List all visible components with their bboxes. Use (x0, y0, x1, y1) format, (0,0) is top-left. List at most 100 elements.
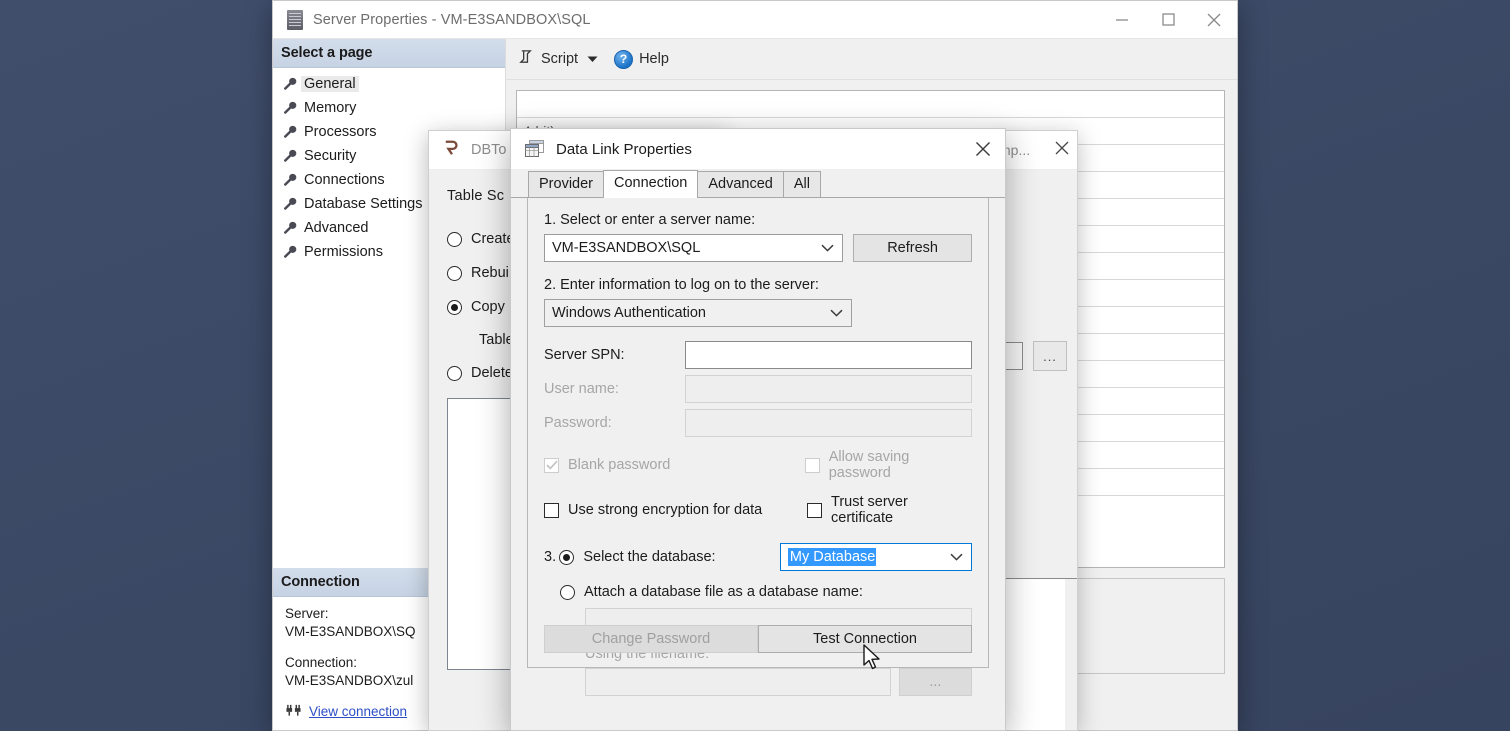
maximize-button[interactable] (1145, 1, 1191, 38)
help-button[interactable]: ? Help (614, 50, 669, 69)
database-combobox[interactable]: My Database (780, 543, 972, 571)
sidebar-item-general[interactable]: General (273, 72, 505, 96)
tab-advanced[interactable]: Advanced (697, 171, 784, 197)
close-button[interactable] (1191, 1, 1237, 38)
chevron-down-icon[interactable] (584, 56, 600, 63)
wrench-icon (283, 221, 301, 235)
change-password-button: Change Password (544, 625, 758, 653)
sidebar-item-label: Security (301, 148, 359, 164)
blank-password-label: Blank password (568, 457, 670, 473)
radio-icon (447, 366, 462, 381)
strong-encryption-checkbox[interactable]: Use strong encryption for data (544, 502, 807, 518)
dbtools-option-label: Copy (471, 299, 505, 315)
data-link-tabstrip: Provider Connection Advanced All (511, 170, 1005, 198)
script-toolbar: Script ? Help (506, 39, 1237, 80)
server-spn-label: Server SPN: (544, 347, 685, 363)
user-name-label: User name: (544, 381, 685, 397)
allow-saving-password-label: Allow saving password (829, 449, 972, 481)
user-name-input (685, 375, 972, 403)
connection-properties-icon (285, 702, 302, 720)
database-value: My Database (788, 548, 876, 566)
dbtools-option-label: Delete (471, 365, 513, 381)
filename-browse-button: ... (899, 668, 972, 696)
secondary-dialog-titlebar: mp... (997, 131, 1077, 170)
radio-icon-selected[interactable] (559, 550, 574, 565)
desktop-background: Server Properties - VM-E3SANDBOX\SQL Sel… (0, 0, 1510, 731)
tab-all[interactable]: All (783, 171, 821, 197)
trust-server-certificate-label: Trust server certificate (831, 494, 972, 526)
sidebar-item-memory[interactable]: Memory (273, 96, 505, 120)
data-link-icon (525, 140, 545, 158)
test-connection-button[interactable]: Test Connection (758, 625, 972, 653)
wrench-icon (283, 197, 301, 211)
server-name-row: VM-E3SANDBOX\SQL Refresh (544, 234, 972, 262)
wrench-icon (283, 149, 301, 163)
step2-label: 2. Enter information to log on to the se… (544, 277, 972, 293)
checkbox-icon-checked (544, 458, 559, 473)
script-button[interactable]: Script (518, 49, 578, 70)
window-controls (1099, 1, 1237, 38)
sidebar-item-label: Processors (301, 124, 380, 140)
checkbox-row-2: Use strong encryption for data Trust ser… (544, 494, 972, 526)
chevron-down-icon (950, 549, 963, 565)
close-button[interactable] (961, 129, 1005, 169)
help-label: Help (639, 51, 669, 67)
sidebar-item-label: Memory (301, 100, 359, 116)
refresh-button[interactable]: Refresh (853, 234, 972, 262)
server-properties-title: Server Properties - VM-E3SANDBOX\SQL (313, 12, 1099, 28)
secondary-white-panel (999, 579, 1065, 731)
step3-number: 3. (544, 549, 559, 565)
step1-label: 1. Select or enter a server name: (544, 212, 972, 228)
authentication-combobox[interactable]: Windows Authentication (544, 299, 852, 327)
data-link-title: Data Link Properties (556, 141, 961, 158)
wrench-icon (283, 77, 301, 91)
user-name-row: User name: (544, 375, 972, 403)
sidebar-item-label: Permissions (301, 244, 386, 260)
close-icon[interactable] (1055, 141, 1069, 160)
data-link-footer: Change Password Test Connection (544, 625, 972, 653)
password-label: Password: (544, 415, 685, 431)
connection-tab-panel: 1. Select or enter a server name: VM-E3S… (527, 198, 989, 668)
data-link-titlebar: Data Link Properties (511, 129, 1005, 170)
password-input (685, 409, 972, 437)
data-link-properties-dialog: Data Link Properties Provider Connection… (510, 128, 1006, 731)
password-row: Password: (544, 409, 972, 437)
sidebar-item-label: General (301, 76, 359, 92)
checkbox-icon[interactable] (544, 503, 559, 518)
tab-provider[interactable]: Provider (528, 171, 604, 197)
tab-connection[interactable]: Connection (603, 170, 698, 198)
browse-button[interactable]: ... (1033, 341, 1067, 371)
radio-icon-selected (447, 300, 462, 315)
view-connection-link[interactable]: View connection (309, 704, 407, 719)
server-properties-titlebar: Server Properties - VM-E3SANDBOX\SQL (273, 1, 1237, 39)
table-row[interactable] (517, 91, 1224, 118)
radio-icon (447, 266, 462, 281)
checkbox-icon[interactable] (807, 503, 822, 518)
chevron-down-icon (830, 305, 843, 321)
radio-icon[interactable] (560, 585, 575, 600)
filename-row: ... (544, 668, 972, 696)
chevron-down-icon (821, 240, 834, 256)
attach-database-row[interactable]: Attach a database file as a database nam… (544, 584, 972, 600)
radio-icon (447, 232, 462, 247)
server-icon (287, 10, 303, 30)
strong-encryption-label: Use strong encryption for data (568, 502, 762, 518)
secondary-dialog-body: ... (997, 170, 1077, 731)
sidebar-item-label: Advanced (301, 220, 372, 236)
server-name-value: VM-E3SANDBOX\SQL (552, 240, 700, 256)
minimize-button[interactable] (1099, 1, 1145, 38)
sidebar-item-label: Connections (301, 172, 388, 188)
sidebar-item-label: Database Settings (301, 196, 426, 212)
wrench-icon (283, 125, 301, 139)
allow-saving-password-checkbox: Allow saving password (805, 449, 972, 481)
server-spn-input[interactable] (685, 341, 972, 369)
dbtools-option-label: Create (471, 231, 515, 247)
secondary-properties-dialog: mp... ... (996, 130, 1078, 731)
trust-server-certificate-checkbox[interactable]: Trust server certificate (807, 494, 972, 526)
script-icon (518, 49, 535, 70)
authentication-value: Windows Authentication (552, 305, 706, 321)
server-name-combobox[interactable]: VM-E3SANDBOX\SQL (544, 234, 843, 262)
checkbox-row-1: Blank password Allow saving password (544, 449, 972, 481)
help-icon: ? (614, 50, 633, 69)
wrench-icon (283, 173, 301, 187)
